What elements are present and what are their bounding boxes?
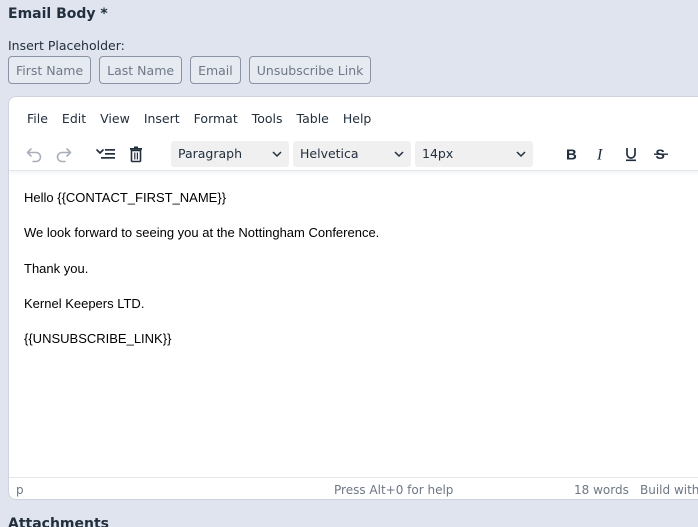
menu-tools[interactable]: Tools — [244, 107, 291, 130]
svg-text:B: B — [566, 146, 577, 163]
attachments-label: Attachments — [8, 516, 110, 527]
content-paragraph: We look forward to seeing you at the Not… — [24, 225, 380, 241]
menu-file[interactable]: File — [19, 107, 56, 130]
menu-format[interactable]: Format — [186, 107, 246, 130]
text-direction-icon[interactable] — [91, 140, 121, 168]
content-paragraph: Thank you. — [24, 260, 89, 276]
italic-icon[interactable]: I — [586, 140, 616, 168]
menu-help[interactable]: Help — [335, 107, 380, 130]
menu-insert[interactable]: Insert — [136, 107, 188, 130]
rich-text-editor: File Edit View Insert Format Tools Table… — [8, 96, 698, 500]
help-hint: Press Alt+0 for help — [334, 483, 454, 497]
bold-icon[interactable]: B — [556, 140, 586, 168]
menu-edit[interactable]: Edit — [54, 107, 94, 130]
unsubscribe-link-placeholder-button[interactable]: Unsubscribe Link — [248, 56, 372, 84]
font-size-value: 14px — [422, 146, 454, 161]
strikethrough-icon[interactable]: S — [646, 140, 676, 168]
editor-statusbar: p Press Alt+0 for help 18 words Build wi… — [9, 477, 698, 499]
menu-table[interactable]: Table — [289, 107, 337, 130]
insert-placeholder-label: Insert Placeholder: — [8, 38, 125, 53]
menu-view[interactable]: View — [92, 107, 138, 130]
redo-icon[interactable] — [49, 140, 79, 168]
chevron-down-icon — [272, 150, 282, 157]
editor-content[interactable]: Hello {{CONTACT_FIRST_NAME}} We look for… — [24, 189, 379, 365]
placeholder-buttons: First Name Last Name Email Unsubscribe L… — [8, 56, 372, 84]
editor-toolbar: Paragraph Helvetica 14px B I S — [9, 137, 698, 171]
font-size-select[interactable]: 14px — [415, 140, 533, 167]
last-name-placeholder-button[interactable]: Last Name — [99, 56, 183, 84]
undo-icon[interactable] — [19, 140, 49, 168]
branding-link[interactable]: Build with — [640, 483, 698, 497]
email-body-label: Email Body * — [8, 6, 108, 22]
font-family-select[interactable]: Helvetica — [293, 140, 411, 167]
chevron-down-icon — [394, 150, 404, 157]
element-path[interactable]: p — [16, 483, 24, 497]
content-paragraph: Hello {{CONTACT_FIRST_NAME}} — [24, 190, 227, 205]
block-format-select[interactable]: Paragraph — [171, 140, 289, 167]
email-placeholder-button[interactable]: Email — [190, 56, 241, 84]
first-name-placeholder-button[interactable]: First Name — [8, 56, 92, 84]
trash-icon[interactable] — [121, 140, 151, 168]
underline-icon[interactable] — [616, 140, 646, 168]
editor-menubar: File Edit View Insert Format Tools Table… — [9, 105, 698, 131]
chevron-down-icon — [516, 150, 526, 157]
block-format-value: Paragraph — [178, 146, 243, 161]
word-count[interactable]: 18 words — [574, 483, 629, 497]
content-paragraph: Kernel Keepers LTD. — [24, 295, 145, 311]
svg-text:I: I — [596, 146, 603, 163]
font-family-value: Helvetica — [300, 146, 359, 161]
content-paragraph: {{UNSUBSCRIBE_LINK}} — [24, 331, 172, 347]
